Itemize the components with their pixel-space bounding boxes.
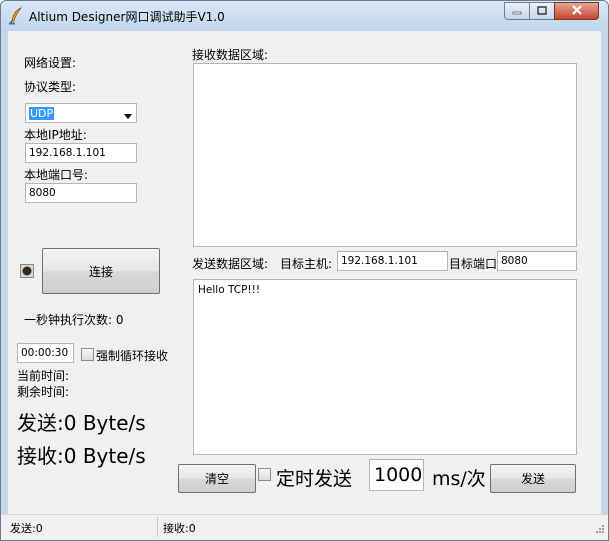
protocol-type-label: 协议类型: [24,80,77,94]
status-sent-count: 发送:0 [10,522,43,535]
target-host-input[interactable]: 192.168.1.101 [337,251,448,271]
status-divider [157,517,158,537]
remaining-time-label: 剩余时间: [17,385,70,399]
minimize-icon [512,4,522,18]
timed-send-checkbox[interactable] [258,468,271,481]
target-port-label: 目标端口 [449,257,498,271]
maximize-button[interactable] [529,2,555,20]
chevron-down-icon [124,110,132,122]
timer-input[interactable]: 00:00:30 [17,343,74,363]
local-ip-input[interactable]: 192.168.1.101 [25,143,137,163]
connect-button[interactable]: 连接 [42,248,160,294]
send-button[interactable]: 发送 [490,464,576,493]
timed-send-label: 定时发送 [276,468,353,490]
app-window: Altium Designer网口调试助手V1.0 网络设置: 协议类型: UD… [0,0,609,541]
network-settings-label: 网络设置: [24,56,77,70]
send-rate-text: 发送:0 Byte/s [17,411,146,435]
status-bar: 发送:0 接收:0 [1,514,608,540]
send-area-label: 发送数据区域: [192,257,269,271]
current-time-label: 当前时间: [17,369,70,383]
minimize-button[interactable] [504,2,530,20]
window-title: Altium Designer网口调试助手V1.0 [29,10,225,24]
exec-per-second-label: 一秒钟执行次数: 0 [24,313,124,327]
send-content-text: Hello TCP!!! [198,284,261,296]
force-loop-checkbox[interactable] [81,348,94,361]
target-host-label: 目标主机: [280,257,333,271]
target-port-input[interactable]: 8080 [497,251,577,271]
receive-area-label: 接收数据区域: [192,48,269,62]
feather-pen-icon [8,7,24,25]
led-indicator-icon [20,264,34,281]
local-ip-label: 本地IP地址: [24,128,87,142]
interval-unit-label: ms/次 [432,468,486,490]
receive-rate-text: 接收:0 Byte/s [17,444,146,468]
title-bar[interactable]: Altium Designer网口调试助手V1.0 [1,1,608,31]
close-icon [571,4,583,18]
maximize-icon [537,4,547,18]
receive-textarea[interactable] [193,63,577,247]
send-textarea[interactable]: Hello TCP!!! [193,279,577,455]
protocol-select[interactable]: UDP [25,103,137,123]
client-area: 网络设置: 协议类型: UDP 本地IP地址: 192.168.1.101 本地… [8,31,601,514]
status-received-count: 接收:0 [163,522,196,535]
clear-button[interactable]: 清空 [178,464,256,493]
force-loop-label: 强制循环接收 [96,349,169,363]
local-port-input[interactable]: 8080 [25,183,137,203]
local-port-label: 本地端口号: [24,168,89,182]
close-button[interactable] [554,2,599,20]
resize-grip-icon[interactable] [593,524,605,539]
interval-input[interactable]: 1000 [369,459,424,491]
protocol-selected-value: UDP [29,106,55,120]
